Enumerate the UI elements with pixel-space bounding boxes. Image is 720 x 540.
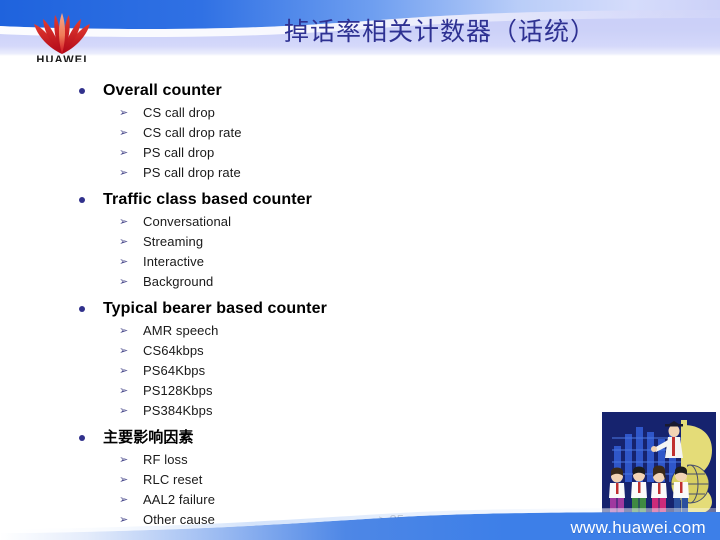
level2-bullet-list: ➢ CS call drop ➢ CS call drop rate ➢ PS call … [0,103,720,183]
arrowhead-bullet-icon: ➢ [119,166,129,179]
bullet-group: Typical bearer based counter ➢ AMR speech ➢… [0,298,720,421]
level2-bullet-label: PS call drop [143,145,215,160]
arrowhead-bullet-icon: ➢ [119,404,129,417]
level1-bullet-item: Overall counter [0,80,720,101]
level2-bullet-label: PS call drop rate [143,165,241,180]
level2-bullet-label: Background [143,274,214,289]
level2-bullet-label: Streaming [143,234,204,249]
huawei-wordmark: HUAWEI [36,54,88,62]
level2-bullet-list: ➢ Conversational ➢ Streaming ➢ Interactive ➢ Ba… [0,212,720,292]
level1-bullet-label: Typical bearer based counter [103,300,327,317]
level2-bullet-label: CS call drop rate [143,125,242,140]
presentation-slide: HUAWEI 掉话率相关计数器（话统） Overall counter ➢ CS c… [0,0,720,540]
arrowhead-bullet-icon: ➢ [119,275,129,288]
arrowhead-bullet-icon: ➢ [119,324,129,337]
slide-title: 掉话率相关计数器（话统） [283,17,596,46]
level2-bullet-label: PS128Kbps [143,383,213,398]
level2-bullet-item: ➢ CS64kbps [0,341,720,361]
arrowhead-bullet-icon: ➢ [119,384,129,397]
arrowhead-bullet-icon: ➢ [119,215,129,228]
level1-bullet-item: Typical bearer based counter [0,298,720,319]
arrowhead-bullet-icon: ➢ [119,106,129,119]
arrowhead-bullet-icon: ➢ [119,126,129,139]
level2-bullet-item: ➢ CS call drop [0,103,720,123]
level2-bullet-label: CS call drop [143,105,216,120]
arrowhead-bullet-icon: ➢ [119,364,129,377]
bullet-group: Traffic class based counter ➢ Conversation… [0,189,720,292]
level2-bullet-item: ➢ CS call drop rate [0,123,720,143]
level2-bullet-item: ➢ PS call drop [0,143,720,163]
arrowhead-bullet-icon: ➢ [119,235,129,248]
level2-bullet-item: ➢ AMR speech [0,321,720,341]
level2-bullet-item: ➢ PS call drop rate [0,163,720,183]
level2-bullet-label: RLC reset [143,472,203,487]
level2-bullet-label: Conversational [143,214,232,229]
arrowhead-bullet-icon: ➢ [119,255,129,268]
level1-bullet-label: Traffic class based counter [103,191,313,208]
level2-bullet-item: ➢ Conversational [0,212,720,232]
level1-bullet-item: Traffic class based counter [0,189,720,210]
level2-bullet-label: AMR speech [143,323,219,338]
level1-bullet-label: Overall counter [103,82,222,99]
footer-website-url: www.huawei.com [570,518,706,537]
bullet-group: Overall counter ➢ CS call drop ➢ CS call dro… [0,80,720,183]
huawei-flower-icon [34,13,90,54]
filled-circle-bullet-icon [79,88,85,94]
level2-bullet-label: PS64Kbps [143,363,206,378]
level2-bullet-item: ➢ PS64Kbps [0,361,720,381]
arrowhead-bullet-icon: ➢ [119,344,129,357]
level2-bullet-list: ➢ AMR speech ➢ CS64kbps ➢ PS64Kbps ➢ PS128Kbps ➢… [0,321,720,421]
level1-bullet-label: 主要影响因素 [103,428,194,446]
level2-bullet-label: RF loss [143,452,188,467]
arrowhead-bullet-icon: ➢ [119,473,129,486]
level2-bullet-item: ➢ Streaming [0,232,720,252]
filled-circle-bullet-icon [79,435,85,441]
level2-bullet-item: ➢ Interactive [0,252,720,272]
arrowhead-bullet-icon: ➢ [119,146,129,159]
level2-bullet-label: Interactive [143,254,205,269]
slide-header: HUAWEI 掉话率相关计数器（话统） [0,0,720,62]
level2-bullet-item: ➢ Background [0,272,720,292]
level2-bullet-item: ➢ PS128Kbps [0,381,720,401]
level2-bullet-label: PS384Kbps [143,403,213,418]
arrowhead-bullet-icon: ➢ [119,453,129,466]
filled-circle-bullet-icon [79,306,85,312]
huawei-logo: HUAWEI [22,8,102,62]
filled-circle-bullet-icon [79,197,85,203]
level2-bullet-label: CS64kbps [143,343,204,358]
